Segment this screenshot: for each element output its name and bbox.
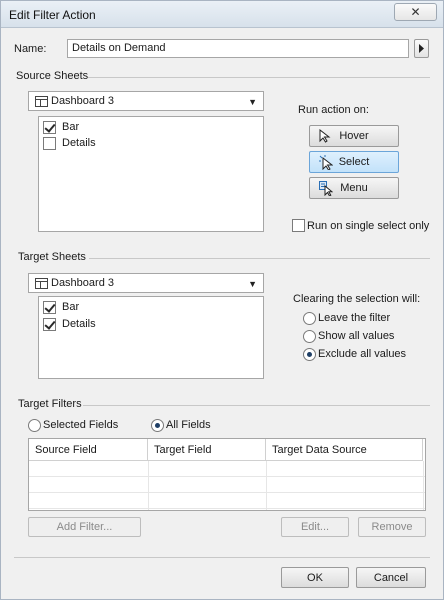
- target-sheet-bar-checkbox[interactable]: [43, 301, 56, 314]
- column-header-target-data-source-label: Target Data Source: [272, 444, 367, 456]
- leave-filter-radio[interactable]: [303, 312, 316, 325]
- source-sheets-list: Bar Details: [38, 116, 264, 232]
- dialog-title: Edit Filter Action: [9, 8, 96, 22]
- name-label: Name:: [14, 43, 47, 55]
- close-icon: ✕: [410, 5, 421, 19]
- hover-button-label: Hover: [339, 130, 369, 142]
- target-sheets-dropdown-value: Dashboard 3: [51, 277, 114, 289]
- column-header-target-field-label: Target Field: [154, 444, 212, 456]
- column-header-target-data-source[interactable]: Target Data Source: [266, 439, 423, 461]
- table-row: [29, 461, 425, 477]
- select-button-label: Select: [338, 156, 370, 168]
- hover-button[interactable]: Hover: [309, 125, 399, 147]
- source-sheet-bar-label: Bar: [62, 121, 80, 133]
- ok-button[interactable]: OK: [281, 567, 349, 588]
- name-field[interactable]: Details on Demand: [67, 39, 409, 58]
- target-sheets-dropdown[interactable]: Dashboard 3 ▼: [28, 273, 264, 293]
- selected-fields-radio[interactable]: [28, 419, 41, 432]
- column-header-source-field-label: Source Field: [35, 444, 97, 456]
- source-sheets-divider: [88, 77, 430, 78]
- edit-filter-action-dialog: Edit Filter Action ✕ Name: Details on De…: [0, 0, 444, 600]
- footer-divider: [14, 557, 430, 558]
- select-button[interactable]: Select: [309, 151, 399, 173]
- table-row: [29, 477, 425, 493]
- target-sheets-heading: Target Sheets: [18, 251, 86, 263]
- clearing-selection-label: Clearing the selection will:: [293, 293, 421, 305]
- target-sheets-divider: [89, 258, 430, 259]
- run-action-label: Run action on:: [298, 104, 369, 116]
- arrow-right-icon: [419, 44, 424, 53]
- chevron-down-icon: ▼: [248, 279, 257, 289]
- source-sheet-bar-checkbox[interactable]: [43, 121, 56, 134]
- dashboard-icon: [35, 96, 48, 107]
- close-button[interactable]: ✕: [394, 3, 437, 21]
- target-sheet-details-checkbox[interactable]: [43, 318, 56, 331]
- cancel-button[interactable]: Cancel: [356, 567, 426, 588]
- source-sheets-heading: Source Sheets: [16, 70, 89, 82]
- name-insert-button[interactable]: [414, 39, 429, 58]
- target-filters-table: Source Field Target Field Target Data So…: [28, 438, 426, 511]
- edit-filter-button[interactable]: Edit...: [281, 517, 349, 537]
- run-on-single-select-label: Run on single select only: [307, 220, 430, 232]
- column-divider: [423, 461, 424, 510]
- add-filter-button[interactable]: Add Filter...: [28, 517, 141, 537]
- column-header-target-field[interactable]: Target Field: [148, 439, 266, 461]
- column-divider: [266, 461, 267, 510]
- target-sheet-bar-label: Bar: [62, 301, 80, 313]
- show-all-values-label: Show all values: [318, 330, 395, 342]
- dashboard-icon: [35, 278, 48, 289]
- selected-fields-label: Selected Fields: [43, 419, 119, 431]
- column-header-source-field[interactable]: Source Field: [29, 439, 148, 461]
- chevron-down-icon: ▼: [248, 97, 257, 107]
- all-fields-radio[interactable]: [151, 419, 164, 432]
- source-sheet-details-label: Details: [62, 137, 96, 149]
- source-sheet-details-checkbox[interactable]: [43, 137, 56, 150]
- target-sheets-list: Bar Details: [38, 296, 264, 379]
- menu-button-label: Menu: [340, 182, 368, 194]
- source-sheets-dropdown[interactable]: Dashboard 3 ▼: [28, 91, 264, 111]
- target-filters-divider: [83, 405, 430, 406]
- source-sheets-dropdown-value: Dashboard 3: [51, 95, 114, 107]
- show-all-values-radio[interactable]: [303, 330, 316, 343]
- target-filters-heading: Target Filters: [18, 398, 82, 410]
- remove-filter-button[interactable]: Remove: [358, 517, 426, 537]
- exclude-all-values-radio[interactable]: [303, 348, 316, 361]
- target-sheet-details-label: Details: [62, 318, 96, 330]
- title-bar: Edit Filter Action ✕: [1, 1, 443, 28]
- menu-button[interactable]: Menu: [309, 177, 399, 199]
- all-fields-label: All Fields: [166, 419, 211, 431]
- table-row: [29, 493, 425, 509]
- exclude-all-values-label: Exclude all values: [318, 348, 407, 360]
- column-divider: [148, 461, 149, 510]
- run-on-single-select-checkbox[interactable]: [292, 219, 305, 232]
- leave-filter-label: Leave the filter: [318, 312, 391, 324]
